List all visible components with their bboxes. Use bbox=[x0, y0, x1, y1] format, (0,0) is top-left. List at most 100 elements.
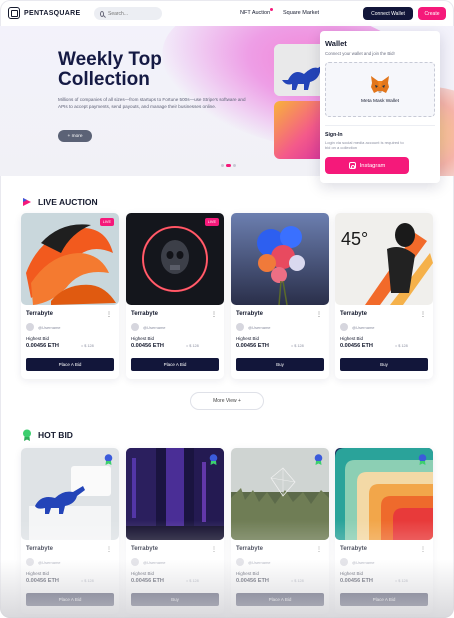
card-title: Terrabyte bbox=[131, 311, 158, 317]
auction-card[interactable]: LIVE Terrabyte ⋮ @Username Highest Bid 0… bbox=[21, 213, 119, 379]
hero-more-button[interactable]: + more bbox=[58, 130, 92, 142]
award-badge-icon bbox=[418, 454, 427, 465]
place-bid-button[interactable]: Place A Bid bbox=[236, 593, 324, 606]
auction-card[interactable]: Terrabyte ⋮ @Username Highest Bid 0.0045… bbox=[231, 213, 329, 379]
hot-bid-card[interactable]: Terrabyte ⋮ @Username Highest Bid 0.0045… bbox=[231, 448, 329, 614]
usd-price: = $ 128 bbox=[291, 344, 304, 348]
auction-card[interactable]: 45° Terrabyte ⋮ @Username Highest Bid 0.… bbox=[335, 213, 433, 379]
hot-bid-card[interactable]: Terrabyte ⋮ @Username Highest Bid 0.0045… bbox=[21, 448, 119, 614]
card-title: Terrabyte bbox=[26, 546, 53, 552]
buy-button[interactable]: Buy bbox=[236, 358, 324, 371]
usd-price: = $ 128 bbox=[186, 579, 199, 583]
usd-price: = $ 128 bbox=[186, 344, 199, 348]
username[interactable]: @Username bbox=[248, 325, 271, 330]
username[interactable]: @Username bbox=[352, 325, 375, 330]
buy-button[interactable]: Buy bbox=[340, 358, 428, 371]
auction-card-image[interactable]: 45° bbox=[335, 213, 433, 305]
avatar[interactable] bbox=[131, 323, 139, 331]
instagram-signin-button[interactable]: Instagram bbox=[325, 157, 409, 174]
more-options-icon[interactable]: ⋮ bbox=[316, 311, 322, 318]
avatar[interactable] bbox=[236, 323, 244, 331]
nav-link-nft-auction[interactable]: NFT Auction bbox=[240, 10, 270, 16]
username[interactable]: @Username bbox=[352, 560, 375, 565]
username[interactable]: @Username bbox=[38, 560, 61, 565]
place-bid-button[interactable]: Place A Bid bbox=[131, 358, 219, 371]
more-options-icon[interactable]: ⋮ bbox=[211, 311, 217, 318]
pentasquare-logo-icon bbox=[8, 7, 20, 19]
highest-bid-label: Highest Bid bbox=[236, 571, 260, 576]
hero-pager[interactable] bbox=[221, 164, 236, 167]
live-badge: LIVE bbox=[204, 218, 219, 226]
avatar[interactable] bbox=[26, 323, 34, 331]
card-title: Terrabyte bbox=[340, 311, 367, 317]
avatar[interactable] bbox=[340, 323, 348, 331]
place-bid-button[interactable]: Place A Bid bbox=[26, 358, 114, 371]
metamask-wallet-option[interactable]: Meta Mask Wallet bbox=[325, 62, 435, 117]
wallet-popup: Wallet Connect your wallet and join the … bbox=[320, 31, 440, 183]
hot-bid-card-image[interactable] bbox=[231, 448, 329, 540]
auction-card-image[interactable] bbox=[231, 213, 329, 305]
highest-bid-label: Highest Bid bbox=[236, 336, 260, 341]
bid-price: 0.00456 ETH bbox=[236, 343, 269, 349]
place-bid-button[interactable]: Place A Bid bbox=[340, 593, 428, 606]
bid-price: 0.00456 ETH bbox=[131, 343, 164, 349]
more-view-button[interactable]: More View + bbox=[190, 392, 264, 410]
card-title: Terrabyte bbox=[26, 311, 53, 317]
divider bbox=[325, 125, 435, 126]
pager-dot-active[interactable] bbox=[226, 164, 231, 167]
username[interactable]: @Username bbox=[248, 560, 271, 565]
hot-bid-card-image[interactable] bbox=[21, 448, 119, 540]
auction-card[interactable]: LIVE Terrabyte ⋮ @Username Highest Bid 0… bbox=[126, 213, 224, 379]
avatar[interactable] bbox=[26, 558, 34, 566]
pager-dot[interactable] bbox=[233, 164, 236, 167]
username[interactable]: @Username bbox=[143, 325, 166, 330]
nav-link-square-market[interactable]: Square Market bbox=[283, 10, 319, 16]
card-title: Terrabyte bbox=[236, 546, 263, 552]
brand-logo[interactable]: PENTASQUARE bbox=[8, 7, 80, 19]
buy-button[interactable]: Buy bbox=[131, 593, 219, 606]
play-icon bbox=[23, 198, 31, 206]
avatar[interactable] bbox=[340, 558, 348, 566]
instagram-label: Instagram bbox=[359, 162, 386, 169]
award-badge-icon bbox=[104, 454, 113, 465]
more-options-icon[interactable]: ⋮ bbox=[106, 546, 112, 553]
top-navbar: PENTASQUARE NFT Auction Square Market Co… bbox=[0, 0, 454, 26]
avatar[interactable] bbox=[131, 558, 139, 566]
username[interactable]: @Username bbox=[143, 560, 166, 565]
place-bid-button[interactable]: Place A Bid bbox=[26, 593, 114, 606]
more-options-icon[interactable]: ⋮ bbox=[420, 311, 426, 318]
username[interactable]: @Username bbox=[38, 325, 61, 330]
search-bar[interactable] bbox=[94, 7, 162, 20]
hot-bid-card[interactable]: Terrabyte ⋮ @Username Highest Bid 0.0045… bbox=[126, 448, 224, 614]
metamask-fox-icon bbox=[369, 75, 391, 95]
more-options-icon[interactable]: ⋮ bbox=[420, 546, 426, 553]
bid-price: 0.00456 ETH bbox=[340, 343, 373, 349]
bid-price: 0.00456 ETH bbox=[131, 578, 164, 584]
search-input[interactable] bbox=[108, 10, 156, 17]
hot-bid-card-image[interactable] bbox=[335, 448, 433, 540]
award-badge-icon bbox=[209, 454, 218, 465]
highest-bid-label: Highest Bid bbox=[131, 336, 155, 341]
live-badge: LIVE bbox=[99, 218, 114, 226]
more-options-icon[interactable]: ⋮ bbox=[211, 546, 217, 553]
connect-wallet-button[interactable]: Connect Wallet bbox=[363, 7, 413, 20]
highest-bid-label: Highest Bid bbox=[26, 336, 50, 341]
more-options-icon[interactable]: ⋮ bbox=[106, 311, 112, 318]
avatar[interactable] bbox=[236, 558, 244, 566]
brand-name: PENTASQUARE bbox=[24, 9, 81, 17]
hot-bid-card-image[interactable] bbox=[126, 448, 224, 540]
auction-card-image[interactable]: LIVE bbox=[21, 213, 119, 305]
create-button[interactable]: Create bbox=[418, 7, 446, 20]
pager-dot[interactable] bbox=[221, 164, 224, 167]
hot-bid-card[interactable]: Terrabyte ⋮ @Username Highest Bid 0.0045… bbox=[335, 448, 433, 614]
hot-bid-title: HOT BID bbox=[38, 430, 73, 440]
usd-price: = $ 128 bbox=[81, 579, 94, 583]
usd-price: = $ 128 bbox=[395, 579, 408, 583]
bid-price: 0.00456 ETH bbox=[340, 578, 373, 584]
app-frame: PENTASQUARE NFT Auction Square Market Co… bbox=[0, 0, 454, 618]
medal-icon bbox=[23, 429, 31, 441]
more-options-icon[interactable]: ⋮ bbox=[316, 546, 322, 553]
bid-price: 0.00456 ETH bbox=[26, 578, 59, 584]
auction-card-image[interactable]: LIVE bbox=[126, 213, 224, 305]
hero-description: Millions of companies of all sizes—from … bbox=[58, 97, 246, 109]
